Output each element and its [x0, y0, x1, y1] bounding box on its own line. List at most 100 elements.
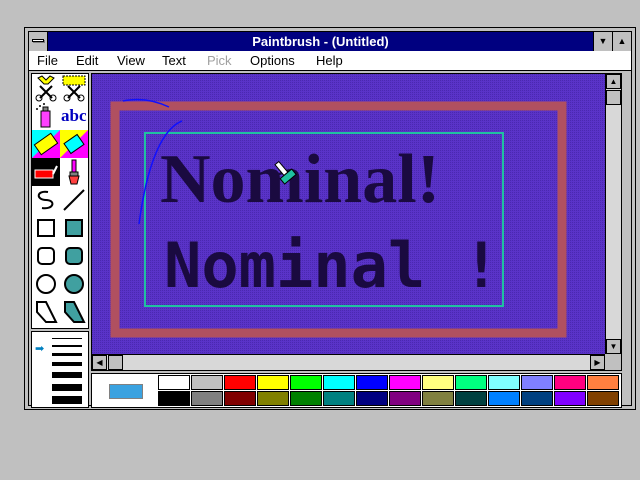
palette-color-swatch[interactable]: [158, 375, 190, 390]
line-width-3[interactable]: [52, 353, 82, 356]
paintbrush-window: Paintbrush - (Untitled) ▼ ▲ File Edit Vi…: [24, 27, 636, 410]
canvas-text-line-2: Nominal !: [164, 229, 500, 302]
circle-icon: [36, 274, 56, 294]
eraser-tool[interactable]: [60, 130, 88, 158]
scroll-up-button[interactable]: ▲: [606, 74, 621, 89]
color-eraser-tool[interactable]: [32, 130, 60, 158]
line-width-1[interactable]: [52, 338, 82, 339]
maximize-button[interactable]: ▲: [612, 32, 631, 51]
horizontal-scrollbar[interactable]: ◀ ▶: [92, 354, 605, 370]
paint-roller-tool[interactable]: [32, 158, 60, 186]
line-width-6[interactable]: [52, 384, 82, 391]
brush-icon: [68, 159, 80, 185]
pick-scissors-icon: [62, 75, 86, 102]
line-width-selector: ➡: [31, 331, 89, 408]
palette-color-swatch[interactable]: [521, 391, 553, 406]
scroll-down-button[interactable]: ▼: [606, 339, 621, 354]
filled-box-tool[interactable]: [60, 214, 88, 242]
palette-color-swatch[interactable]: [488, 375, 520, 390]
palette-color-swatch[interactable]: [422, 375, 454, 390]
window-frame: Paintbrush - (Untitled) ▼ ▲ File Edit Vi…: [28, 31, 632, 408]
palette-color-swatch[interactable]: [224, 375, 256, 390]
title-bar[interactable]: Paintbrush - (Untitled) ▼ ▲: [29, 32, 631, 51]
palette-color-swatch[interactable]: [521, 375, 553, 390]
palette-color-swatch[interactable]: [158, 391, 190, 406]
arrow-down-icon: ▼: [609, 342, 618, 351]
airbrush-tool[interactable]: [32, 102, 60, 130]
palette-color-swatch[interactable]: [191, 391, 223, 406]
palette-color-swatch[interactable]: [488, 391, 520, 406]
vertical-scroll-thumb[interactable]: [606, 90, 621, 105]
palette-color-swatch[interactable]: [389, 391, 421, 406]
minimize-button[interactable]: ▼: [593, 32, 612, 51]
curve-tool[interactable]: [32, 186, 60, 214]
menu-pick[interactable]: Pick: [207, 53, 232, 69]
filled-polygon-icon: [64, 301, 86, 323]
palette-color-swatch[interactable]: [587, 375, 619, 390]
drawing-canvas[interactable]: Nominal! Nominal !: [92, 74, 605, 354]
palette-color-swatch[interactable]: [455, 391, 487, 406]
canvas-text-line-1: Nominal!: [160, 141, 440, 218]
menu-text[interactable]: Text: [162, 53, 186, 69]
menu-options[interactable]: Options: [250, 53, 295, 69]
palette-color-swatch[interactable]: [389, 375, 421, 390]
airbrush-icon: [36, 103, 51, 128]
menu-edit[interactable]: Edit: [76, 53, 98, 69]
filled-polygon-tool[interactable]: [60, 298, 88, 326]
polygon-tool[interactable]: [32, 298, 60, 326]
palette-color-swatch[interactable]: [422, 391, 454, 406]
palette-color-swatch[interactable]: [554, 375, 586, 390]
arrow-up-icon: ▲: [609, 77, 618, 86]
vertical-scrollbar[interactable]: ▲ ▼: [605, 74, 621, 354]
line-width-7[interactable]: [52, 396, 82, 404]
selected-width-arrow-icon: ➡: [35, 343, 45, 355]
palette-color-swatch[interactable]: [554, 391, 586, 406]
line-width-2[interactable]: [52, 345, 82, 347]
drawing-canvas-area: Nominal! Nominal ! ▲ ▼ ◀ ▶: [91, 73, 622, 371]
scissors-icon: [35, 75, 57, 102]
palette-color-swatch[interactable]: [257, 375, 289, 390]
palette-color-swatch[interactable]: [323, 391, 355, 406]
palette-color-swatch[interactable]: [290, 375, 322, 390]
palette-color-swatch[interactable]: [455, 375, 487, 390]
toolbox: abc: [31, 73, 89, 329]
menu-view[interactable]: View: [117, 53, 145, 69]
palette-color-swatch[interactable]: [356, 375, 388, 390]
rounded-box-tool[interactable]: [32, 242, 60, 270]
scissors-tool[interactable]: [32, 74, 60, 102]
pick-tool[interactable]: [60, 74, 88, 102]
brush-tool[interactable]: [60, 158, 88, 186]
text-tool-label: abc: [61, 106, 87, 125]
color-palette: [91, 373, 622, 408]
arrow-right-icon: ▶: [594, 358, 601, 367]
scroll-left-button[interactable]: ◀: [92, 355, 107, 370]
maximize-arrow-icon: ▲: [617, 36, 627, 46]
scroll-right-button[interactable]: ▶: [590, 355, 605, 370]
palette-color-swatch[interactable]: [224, 391, 256, 406]
system-menu-button[interactable]: [29, 32, 48, 51]
palette-color-swatch[interactable]: [191, 375, 223, 390]
palette-color-swatch[interactable]: [323, 375, 355, 390]
filled-circle-icon: [64, 274, 84, 294]
palette-color-swatch[interactable]: [356, 391, 388, 406]
filled-box-icon: [65, 219, 83, 237]
palette-color-swatch[interactable]: [290, 391, 322, 406]
text-tool[interactable]: abc: [60, 102, 88, 130]
window-title: Paintbrush - (Untitled): [252, 34, 389, 49]
palette-color-swatch[interactable]: [257, 391, 289, 406]
curve-icon: [37, 190, 54, 210]
line-width-5[interactable]: [52, 372, 82, 378]
menu-help[interactable]: Help: [316, 53, 343, 69]
box-tool[interactable]: [32, 214, 60, 242]
filled-circle-tool[interactable]: [60, 270, 88, 298]
system-menu-icon: [32, 39, 44, 42]
selected-colors: [93, 375, 157, 406]
line-tool[interactable]: [60, 186, 88, 214]
circle-tool[interactable]: [32, 270, 60, 298]
filled-rounded-box-tool[interactable]: [60, 242, 88, 270]
polygon-icon: [36, 301, 58, 323]
horizontal-scroll-thumb[interactable]: [108, 355, 123, 370]
line-width-4[interactable]: [52, 362, 82, 366]
menu-file[interactable]: File: [37, 53, 58, 69]
palette-color-swatch[interactable]: [587, 391, 619, 406]
